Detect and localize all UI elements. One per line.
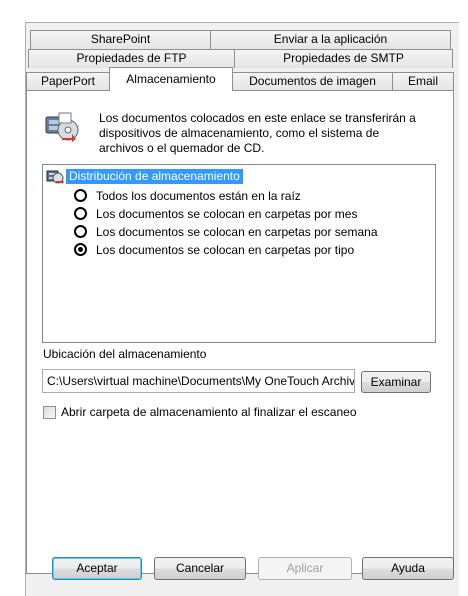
option-by-month-label: Los documentos se colocan en carpetas po… bbox=[96, 206, 358, 221]
tab-sharepoint[interactable]: SharePoint bbox=[30, 30, 211, 49]
storage-location-label: Ubicación del almacenamiento bbox=[43, 347, 207, 361]
option-by-type-label: Los documentos se colocan en carpetas po… bbox=[96, 242, 355, 257]
tab-paperport[interactable]: PaperPort bbox=[26, 72, 110, 91]
browse-button[interactable]: Examinar bbox=[361, 371, 431, 393]
radio-by-month[interactable] bbox=[74, 207, 87, 220]
tree-root-label: Distribución de almacenamiento bbox=[66, 168, 243, 184]
open-folder-option[interactable]: Abrir carpeta de almacenamiento al final… bbox=[43, 405, 357, 419]
tab-send-to-application[interactable]: Enviar a la aplicación bbox=[210, 30, 451, 49]
cancel-button[interactable]: Cancelar bbox=[154, 557, 246, 580]
option-by-week-label: Los documentos se colocan en carpetas po… bbox=[96, 224, 378, 239]
option-by-week[interactable]: Los documentos se colocan en carpetas po… bbox=[74, 223, 378, 240]
tab-storage[interactable]: Almacenamiento bbox=[109, 67, 233, 91]
open-folder-checkbox[interactable] bbox=[43, 405, 56, 419]
option-all-in-root[interactable]: Todos los documentos están en la raíz bbox=[74, 187, 301, 204]
open-folder-label: Abrir carpeta de almacenamiento al final… bbox=[61, 405, 357, 419]
tab-ftp-properties[interactable]: Propiedades de FTP bbox=[28, 49, 235, 68]
option-by-month[interactable]: Los documentos se colocan en carpetas po… bbox=[74, 205, 357, 222]
radio-by-week[interactable] bbox=[74, 225, 87, 238]
radio-by-type[interactable] bbox=[74, 243, 87, 256]
help-button[interactable]: Ayuda bbox=[362, 557, 454, 580]
storage-distribution-list[interactable]: Distribución de almacenamiento Todos los… bbox=[42, 164, 436, 343]
storage-description: Los documentos colocados en este enlace … bbox=[99, 111, 416, 155]
option-all-in-root-label: Todos los documentos están en la raíz bbox=[96, 188, 301, 203]
storage-device-icon bbox=[45, 112, 79, 142]
storage-tree-icon bbox=[46, 168, 64, 184]
tab-smtp-properties[interactable]: Propiedades de SMTP bbox=[234, 49, 453, 68]
tab-email[interactable]: Email bbox=[392, 72, 454, 91]
tree-root-item[interactable]: Distribución de almacenamiento bbox=[46, 168, 243, 184]
ok-button[interactable]: Aceptar bbox=[52, 557, 142, 580]
apply-button[interactable]: Aplicar bbox=[258, 557, 352, 580]
option-by-type[interactable]: Los documentos se colocan en carpetas po… bbox=[74, 241, 354, 258]
tab-image-documents[interactable]: Documentos de imagen bbox=[232, 72, 393, 91]
radio-all-in-root[interactable] bbox=[74, 189, 87, 202]
storage-path-input[interactable]: C:\Users\virtual machine\Documents\My On… bbox=[42, 369, 355, 393]
